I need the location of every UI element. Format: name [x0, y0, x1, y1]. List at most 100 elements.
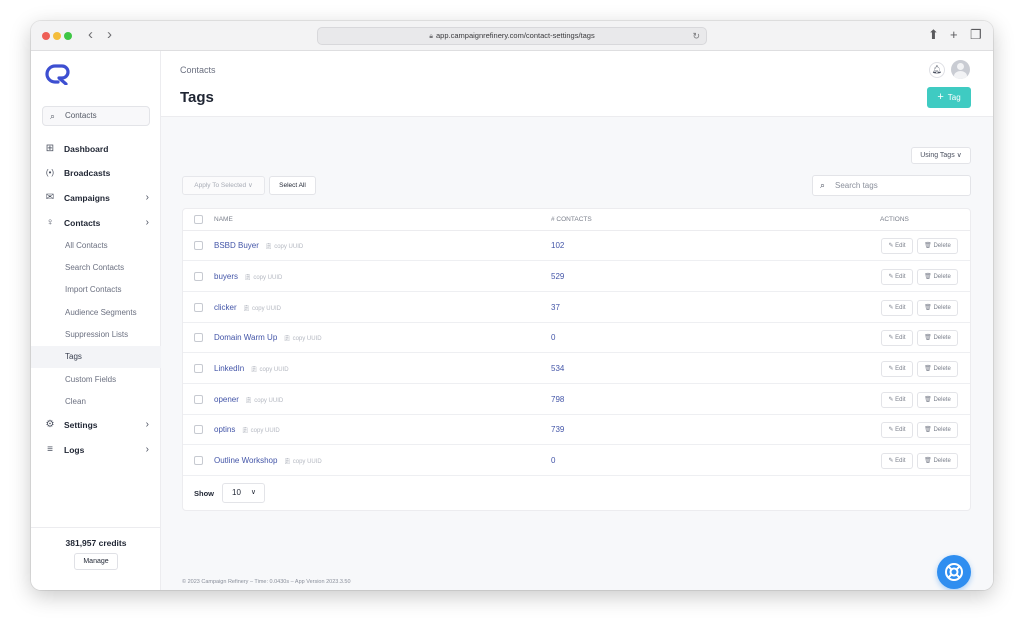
- delete-button[interactable]: 🗑︎ Delete: [917, 269, 958, 285]
- forward-icon[interactable]: ›: [107, 26, 112, 44]
- sidebar-subitem-search-contacts[interactable]: Search Contacts: [31, 257, 161, 279]
- contact-count[interactable]: 0: [551, 323, 555, 353]
- reload-icon[interactable]: ↻: [692, 28, 700, 44]
- tag-name-link[interactable]: opener: [214, 395, 239, 404]
- tabs-overview-icon[interactable]: ❐: [970, 27, 982, 43]
- tag-name-link[interactable]: BSBD Buyer: [214, 241, 259, 250]
- close-window-button[interactable]: [42, 32, 50, 40]
- sidebar-subitem-suppression-lists[interactable]: Suppression Lists: [31, 324, 161, 346]
- sidebar-item-settings[interactable]: ⚙︎ Settings ›: [31, 414, 161, 436]
- row-checkbox[interactable]: [194, 303, 203, 312]
- search-icon: ⌕: [50, 111, 56, 121]
- copy-uuid-button[interactable]: 📋︎ copy UUID: [245, 398, 283, 404]
- row-checkbox[interactable]: [194, 272, 203, 281]
- sidebar-subitem-clean[interactable]: Clean: [31, 391, 161, 413]
- copy-uuid-button[interactable]: 📋︎ copy UUID: [241, 428, 279, 434]
- using-tags-dropdown[interactable]: Using Tags ∨: [911, 147, 971, 164]
- tag-name-link[interactable]: clicker: [214, 303, 237, 312]
- apply-to-selected-label: Apply To Selected: [194, 182, 247, 189]
- delete-button[interactable]: 🗑︎ Delete: [917, 422, 958, 438]
- edit-button[interactable]: ✎ Edit: [881, 361, 913, 377]
- row-checkbox[interactable]: [194, 456, 203, 465]
- copy-uuid-button[interactable]: 📋︎ copy UUID: [250, 367, 288, 373]
- tag-name-link[interactable]: optins: [214, 425, 235, 434]
- pencil-icon: ✎: [888, 458, 894, 464]
- address-bar[interactable]: 🔒︎ app.campaignrefinery.com/contact-setti…: [317, 27, 707, 45]
- row-checkbox[interactable]: [194, 364, 203, 373]
- browser-titlebar: ‹ › 🔒︎ app.campaignrefinery.com/contact-s…: [31, 21, 993, 51]
- sidebar-subitem-tags[interactable]: Tags: [31, 346, 161, 368]
- apply-to-selected-dropdown[interactable]: Apply To Selected ∨: [182, 176, 265, 195]
- sidebar-subitem-all-contacts[interactable]: All Contacts: [31, 235, 161, 257]
- sidebar-item-campaigns[interactable]: ✉︎ Campaigns ›: [31, 187, 161, 209]
- tag-name-link[interactable]: Outline Workshop: [214, 456, 277, 465]
- delete-button[interactable]: 🗑︎ Delete: [917, 453, 958, 469]
- row-checkbox[interactable]: [194, 333, 203, 342]
- copy-uuid-button[interactable]: 📋︎ copy UUID: [265, 244, 303, 250]
- delete-button[interactable]: 🗑︎ Delete: [917, 392, 958, 408]
- contact-count[interactable]: 102: [551, 231, 564, 261]
- share-icon[interactable]: ⬆︎: [928, 27, 939, 43]
- sidebar-subitem-custom-fields[interactable]: Custom Fields: [31, 369, 161, 391]
- page-size-select[interactable]: 10 ∨: [222, 483, 265, 503]
- table-row: optins 📋︎ copy UUID 739 ✎ Edit 🗑︎ Delete: [183, 415, 970, 445]
- campaign-refinery-logo[interactable]: [43, 63, 73, 85]
- url-text: app.campaignrefinery.com/contact-setting…: [436, 31, 595, 40]
- select-all-checkbox[interactable]: [194, 215, 203, 224]
- sidebar-subitem-audience-segments[interactable]: Audience Segments: [31, 302, 161, 324]
- copy-uuid-button[interactable]: 📋︎ copy UUID: [244, 275, 282, 281]
- sidebar-item-logs[interactable]: ≡ Logs ›: [31, 439, 161, 461]
- select-all-button[interactable]: Select All: [269, 176, 316, 195]
- table-row: Domain Warm Up 📋︎ copy UUID 0 ✎ Edit 🗑︎ D…: [183, 323, 970, 353]
- contact-count[interactable]: 739: [551, 415, 564, 445]
- bell-icon[interactable]: 🔔︎: [929, 62, 945, 78]
- row-checkbox[interactable]: [194, 425, 203, 434]
- edit-button[interactable]: ✎ Edit: [881, 269, 913, 285]
- pencil-icon: ✎: [888, 427, 894, 433]
- trash-icon: 🗑︎: [924, 397, 932, 403]
- contact-count[interactable]: 529: [551, 262, 564, 292]
- manage-credits-button[interactable]: Manage: [74, 553, 118, 570]
- edit-button[interactable]: ✎ Edit: [881, 300, 913, 316]
- back-icon[interactable]: ‹: [88, 26, 93, 44]
- copy-uuid-button[interactable]: 📋︎ copy UUID: [243, 306, 281, 312]
- contact-count[interactable]: 798: [551, 385, 564, 415]
- row-checkbox[interactable]: [194, 395, 203, 404]
- help-button[interactable]: [937, 555, 971, 589]
- minimize-window-button[interactable]: [53, 32, 61, 40]
- copy-uuid-button[interactable]: 📋︎ copy UUID: [283, 459, 321, 465]
- add-tag-button[interactable]: + Tag: [927, 87, 971, 108]
- contact-count[interactable]: 37: [551, 293, 560, 323]
- delete-button[interactable]: 🗑︎ Delete: [917, 300, 958, 316]
- sidebar-item-contacts[interactable]: ♀︎ Contacts ›: [31, 212, 161, 234]
- maximize-window-button[interactable]: [64, 32, 72, 40]
- edit-button[interactable]: ✎ Edit: [881, 330, 913, 346]
- sidebar-item-label: Settings: [64, 420, 98, 430]
- breadcrumb[interactable]: Contacts: [180, 65, 216, 75]
- tag-name-link[interactable]: LinkedIn: [214, 364, 244, 373]
- delete-button[interactable]: 🗑︎ Delete: [917, 238, 958, 254]
- edit-button[interactable]: ✎ Edit: [881, 392, 913, 408]
- edit-button[interactable]: ✎ Edit: [881, 238, 913, 254]
- chevron-right-icon: ›: [145, 192, 149, 203]
- copy-uuid-button[interactable]: 📋︎ copy UUID: [283, 336, 321, 342]
- new-tab-icon[interactable]: +: [950, 27, 958, 43]
- sidebar-search-input[interactable]: ⌕ Contacts: [42, 106, 150, 126]
- delete-button[interactable]: 🗑︎ Delete: [917, 361, 958, 377]
- contact-count[interactable]: 534: [551, 354, 564, 384]
- tag-name-link[interactable]: buyers: [214, 272, 238, 281]
- inbox-icon: ✉︎: [45, 192, 55, 203]
- row-checkbox[interactable]: [194, 241, 203, 250]
- delete-button[interactable]: 🗑︎ Delete: [917, 330, 958, 346]
- search-icon: ⌕: [820, 180, 826, 190]
- search-tags-input[interactable]: ⌕ Search tags: [812, 175, 971, 196]
- sidebar-subitem-import-contacts[interactable]: Import Contacts: [31, 279, 161, 301]
- avatar[interactable]: [951, 60, 970, 79]
- tag-name-link[interactable]: Domain Warm Up: [214, 333, 277, 342]
- edit-button[interactable]: ✎ Edit: [881, 453, 913, 469]
- contact-count[interactable]: 0: [551, 446, 555, 476]
- sidebar-item-broadcasts[interactable]: (•) Broadcasts: [31, 162, 161, 184]
- sidebar-item-dashboard[interactable]: ⊞ Dashboard: [31, 138, 161, 160]
- sidebar-item-label: Contacts: [64, 218, 101, 228]
- edit-button[interactable]: ✎ Edit: [881, 422, 913, 438]
